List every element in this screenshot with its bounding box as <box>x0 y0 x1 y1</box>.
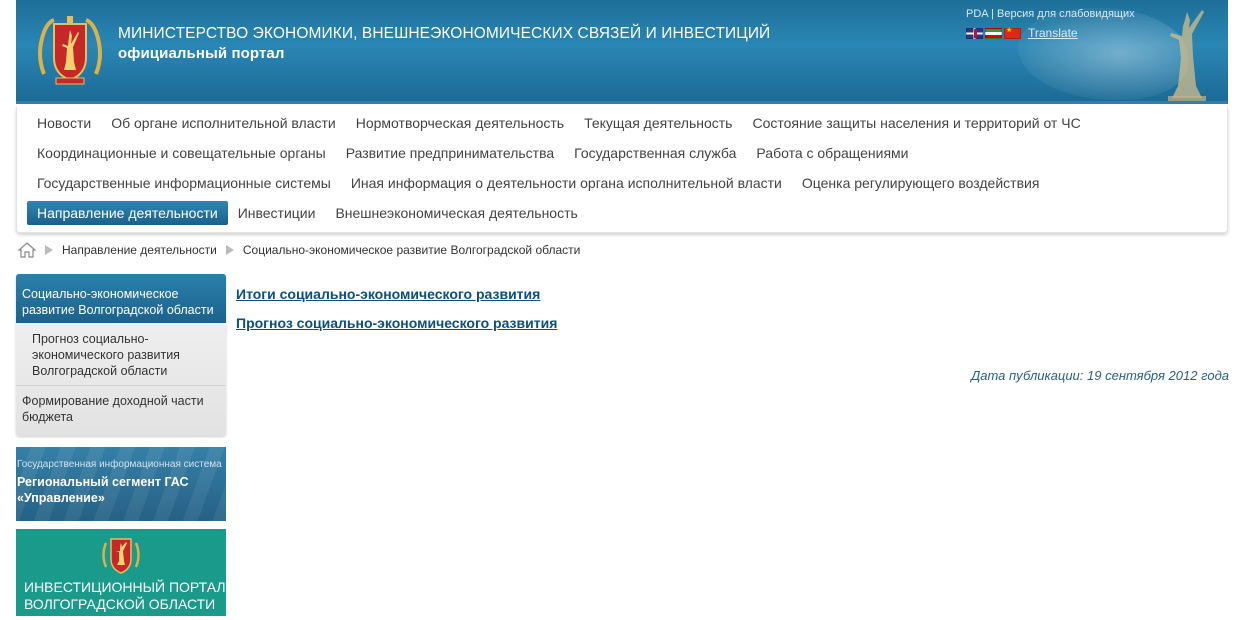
site-title-line2: официальный портал <box>118 45 285 62</box>
breadcrumb-arrow-icon <box>225 245 234 255</box>
nav-item-news[interactable]: Новости <box>27 111 101 135</box>
investment-banner-text: ИНВЕСТИЦИОННЫЙ ПОРТАЛ ВОЛГОГРАДСКОЙ ОБЛА… <box>24 579 226 613</box>
nav-item-entrepreneurship[interactable]: Развитие предпринимательства <box>336 141 564 165</box>
pda-link[interactable]: PDA <box>966 8 988 20</box>
nav-item-foreign-economic[interactable]: Внешнеэкономическая деятельность <box>325 201 587 225</box>
top-links: PDA | Версия для слабовидящих <box>966 8 1135 20</box>
site-header: МИНИСТЕРСТВО ЭКОНОМИКИ, ВНЕШНЕЭКОНОМИЧЕС… <box>16 0 1228 104</box>
nav-item-civil-service[interactable]: Государственная служба <box>564 141 746 165</box>
investment-portal-banner[interactable]: ИНВЕСТИЦИОННЫЙ ПОРТАЛ ВОЛГОГРАДСКОЙ ОБЛА… <box>16 529 226 616</box>
iran-flag-icon[interactable] <box>985 27 1002 39</box>
side-menu: Социально-экономическое развитие Волгогр… <box>16 274 226 436</box>
top-links-separator: | <box>991 8 994 20</box>
sidebar: Социально-экономическое развитие Волгогр… <box>16 274 226 616</box>
breadcrumb-item-current: Социально-экономическое развитие Волгогр… <box>242 243 581 257</box>
language-flags: Translate <box>966 26 1078 40</box>
china-flag-icon[interactable] <box>1004 26 1021 39</box>
breadcrumb: Направление деятельности Социально-эконо… <box>18 242 580 258</box>
accessibility-version-link[interactable]: Версия для слабовидящих <box>997 8 1135 20</box>
nav-item-investments[interactable]: Инвестиции <box>228 201 326 225</box>
nav-row-4: Направление деятельности Инвестиции Внеш… <box>27 201 588 225</box>
volgograd-emblem-icon <box>102 538 140 574</box>
uk-flag-icon[interactable] <box>966 27 983 39</box>
nav-row-1: Новости Об органе исполнительной власти … <box>27 111 1091 135</box>
site-title: МИНИСТЕРСТВО ЭКОНОМИКИ, ВНЕШНЕЭКОНОМИЧЕС… <box>118 24 770 64</box>
gas-upravlenie-banner[interactable]: Государственная информационная система Р… <box>16 447 226 521</box>
home-icon[interactable] <box>18 242 36 258</box>
motherland-statue-icon <box>1168 10 1206 101</box>
nav-item-directions[interactable]: Направление деятельности <box>27 201 228 225</box>
volgograd-emblem-icon <box>38 16 102 85</box>
link-development-forecast[interactable]: Прогноз социально-экономического развити… <box>236 313 557 333</box>
breadcrumb-item-directions[interactable]: Направление деятельности <box>62 243 217 257</box>
nav-item-about[interactable]: Об органе исполнительной власти <box>101 111 346 135</box>
translate-link[interactable]: Translate <box>1028 26 1078 40</box>
side-menu-item-active[interactable]: Социально-экономическое развитие Волгогр… <box>16 274 226 323</box>
site-title-line1: МИНИСТЕРСТВО ЭКОНОМИКИ, ВНЕШНЕЭКОНОМИЧЕС… <box>118 25 771 42</box>
side-menu-subitem-forecast[interactable]: Прогноз социально-экономического развити… <box>16 323 226 386</box>
investment-banner-line2: ВОЛГОГРАДСКОЙ ОБЛАСТИ <box>24 596 216 612</box>
nav-item-regulatory-impact[interactable]: Оценка регулирующего воздействия <box>792 171 1050 195</box>
nav-item-lawmaking[interactable]: Нормотворческая деятельность <box>346 111 574 135</box>
nav-item-info-systems[interactable]: Государственные информационные системы <box>27 171 341 195</box>
nav-item-civil-protection[interactable]: Состояние защиты населения и территорий … <box>742 111 1090 135</box>
main-content: Итоги социально-экономического развития … <box>236 284 557 342</box>
nav-item-appeals[interactable]: Работа с обращениями <box>746 141 918 165</box>
gas-banner-subtitle: Государственная информационная система <box>17 459 222 470</box>
publication-date: Дата публикации: 19 сентября 2012 года <box>971 368 1229 383</box>
main-navigation: Новости Об органе исполнительной власти … <box>16 107 1228 233</box>
investment-banner-line1: ИНВЕСТИЦИОННЫЙ ПОРТАЛ <box>24 579 226 595</box>
side-menu-item-budget[interactable]: Формирование доходной части бюджета <box>16 386 226 431</box>
gas-banner-title: Региональный сегмент ГАС «Управление» <box>17 475 189 505</box>
nav-row-3: Государственные информационные системы И… <box>27 171 1049 195</box>
nav-item-coordination-bodies[interactable]: Координационные и совещательные органы <box>27 141 336 165</box>
link-development-results[interactable]: Итоги социально-экономического развития <box>236 284 557 304</box>
breadcrumb-arrow-icon <box>45 245 53 255</box>
nav-item-other-info[interactable]: Иная информация о деятельности органа ис… <box>341 171 792 195</box>
nav-row-2: Координационные и совещательные органы Р… <box>27 141 919 165</box>
nav-item-current-activity[interactable]: Текущая деятельность <box>574 111 742 135</box>
